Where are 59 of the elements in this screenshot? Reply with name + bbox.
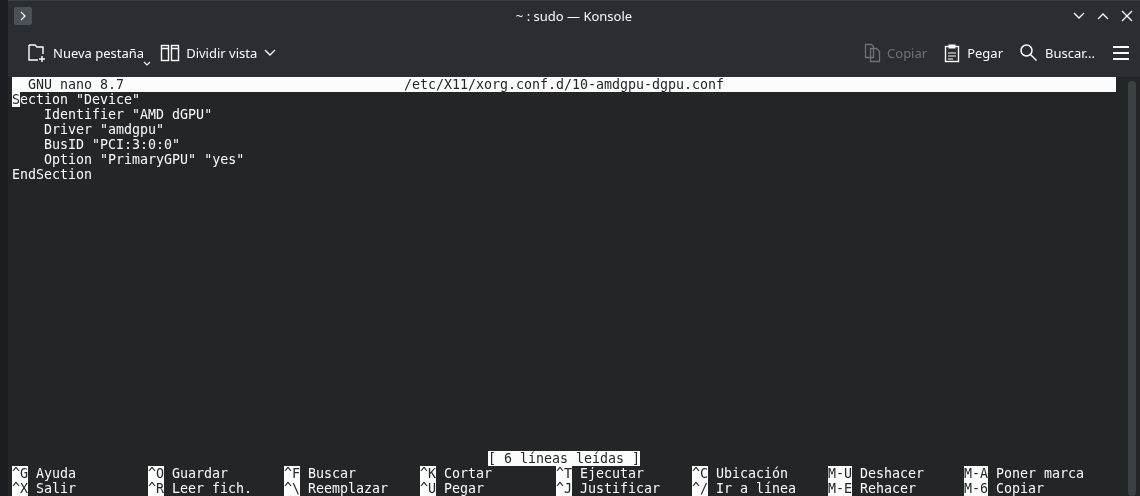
shortcut-label: Deshacer (860, 466, 925, 481)
code-line: ection "Device" (20, 92, 141, 107)
shortcut-label: Ayuda (36, 466, 77, 481)
shortcut-label: Justificar (580, 481, 661, 496)
search-button[interactable]: Buscar... (1014, 39, 1100, 67)
shortcut-label: Buscar (308, 466, 357, 481)
clipboard-icon (943, 43, 962, 63)
code-line: BusID "PCI:3:0:0" (43, 137, 181, 152)
shortcut-label: Poner marca (996, 466, 1085, 481)
program-version: GNU nano 8.7 (27, 77, 126, 92)
shortcut-label: Ejecutar (580, 466, 645, 481)
shortcut-label: Cortar (444, 466, 493, 481)
shortcut-label: Guardar (172, 466, 229, 481)
shortcut-key: ^F (284, 466, 300, 481)
shortcut-key: ^K (420, 466, 436, 481)
shortcut-key: M-A (964, 466, 989, 481)
shortcut-key: ^T (556, 466, 572, 481)
chevron-down-icon (263, 48, 278, 58)
shortcut-label: Ir a línea (716, 481, 797, 496)
code-line: Identifier "AMD dGPU" (43, 107, 213, 122)
shortcut-key: ^G (12, 466, 28, 481)
code-line: Driver "amdgpu" (43, 122, 165, 137)
new-tab-icon (27, 43, 47, 63)
menu-icon[interactable] (1112, 45, 1130, 61)
search-icon (1019, 43, 1039, 63)
shortcut-key: M-6 (964, 481, 989, 496)
file-path: /etc/X11/xorg.conf.d/10-amdgpu-dgpu.conf (402, 77, 726, 92)
shortcut-key: ^\ (284, 481, 300, 496)
terminal-menu-button[interactable] (14, 7, 32, 25)
shortcut-label: Ubicación (716, 466, 789, 481)
close-button[interactable] (1120, 9, 1134, 23)
new-tab-button[interactable]: Nueva pestaña (22, 39, 150, 67)
shortcut-key: ^/ (692, 481, 708, 496)
shortcut-key: M-U (828, 466, 853, 481)
text-cursor: S (12, 92, 20, 107)
paste-button[interactable]: Pegar (938, 39, 1008, 67)
chevron-icon (18, 10, 28, 22)
window-title: ~ : sudo — Konsole (514, 7, 634, 25)
shortcut-key: M-E (828, 481, 853, 496)
split-view-icon (160, 43, 181, 63)
shortcut-label: Leer fich. (172, 481, 253, 496)
code-line: Option "PrimaryGPU" "yes" (43, 152, 245, 167)
status-message: [ 6 líneas leídas ] (487, 451, 641, 466)
shortcut-label: Salir (36, 481, 77, 496)
shortcut-label: Reemplazar (308, 481, 389, 496)
shortcut-label: Copiar (996, 481, 1045, 496)
shortcut-label: Rehacer (860, 481, 917, 496)
copy-icon (863, 43, 882, 63)
caret-icon (143, 61, 152, 67)
split-button[interactable]: Dividir vista (155, 39, 283, 67)
scrollbar[interactable] (1128, 81, 1136, 496)
code-line: EndSection (12, 167, 93, 182)
shortcut-key: ^J (556, 481, 572, 496)
shortcut-key: ^R (148, 481, 164, 496)
shortcut-key: ^C (692, 466, 708, 481)
shortcut-key: ^U (420, 481, 436, 496)
shortcut-key: ^O (148, 466, 164, 481)
shortcut-label: Pegar (444, 481, 485, 496)
shortcut-key: ^X (12, 481, 28, 496)
